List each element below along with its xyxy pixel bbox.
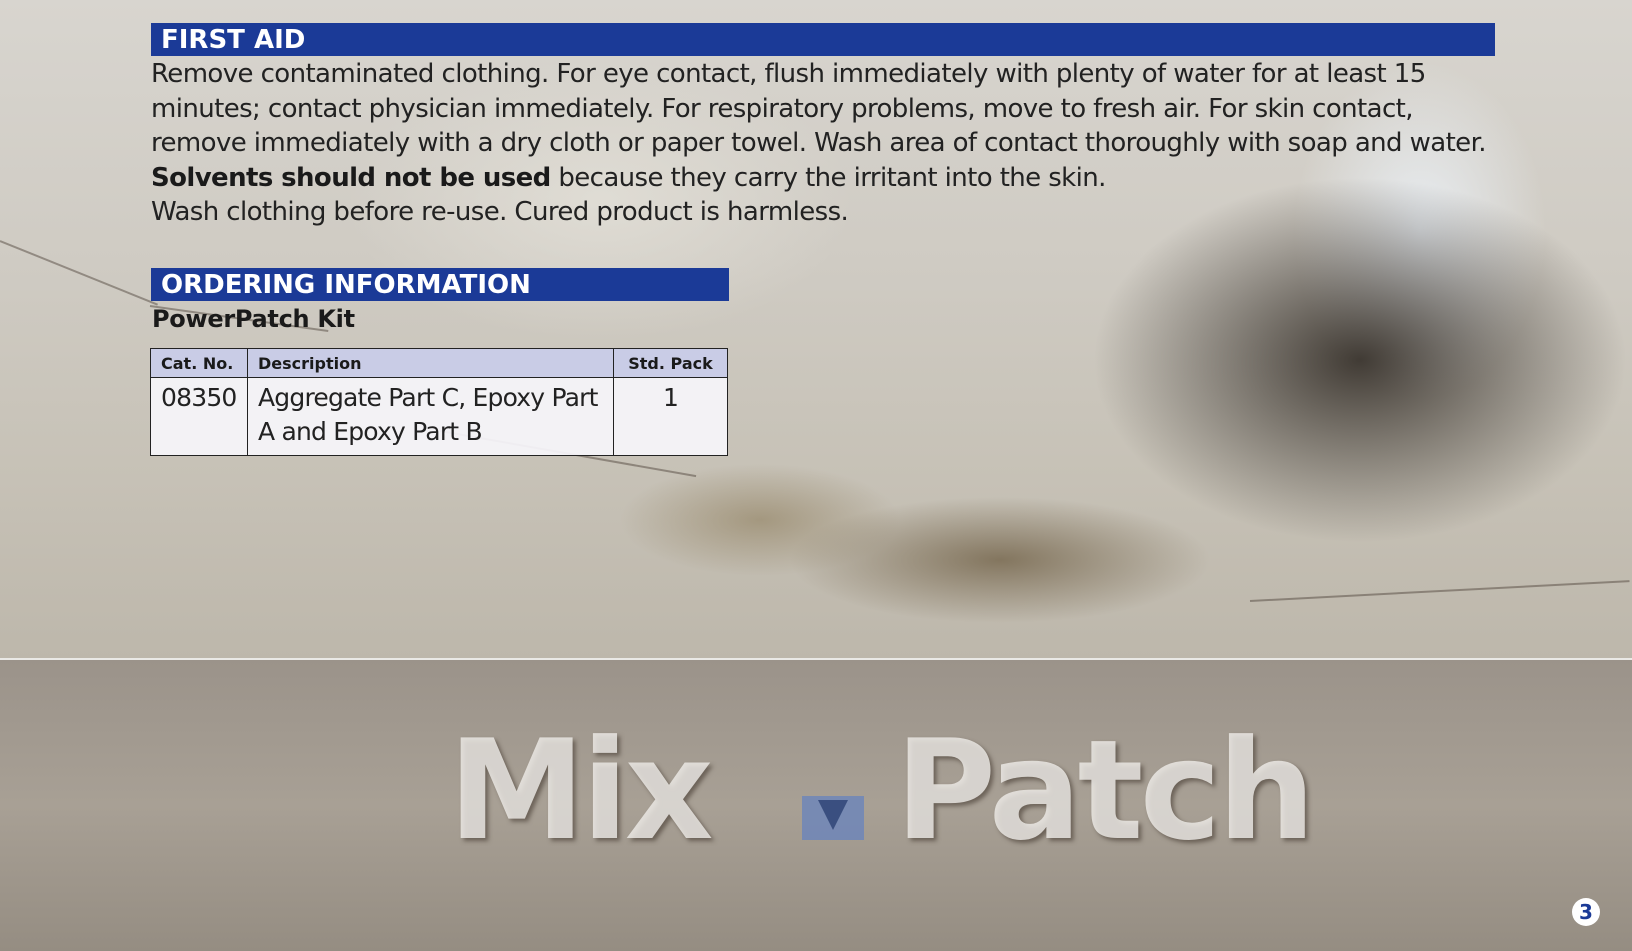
kit-title: PowerPatch Kit xyxy=(152,305,355,333)
photo-word-mix: Mix xyxy=(448,710,714,871)
ordering-heading: ORDERING INFORMATION xyxy=(151,268,729,301)
first-aid-heading: FIRST AID xyxy=(151,23,1495,56)
trowel-icon xyxy=(802,796,864,840)
solvents-warning-rest: because they carry the irritant into the… xyxy=(550,162,1106,193)
table-row: 08350 Aggregate Part C, Epoxy Part A and… xyxy=(150,377,728,456)
header-cat-no: Cat. No. xyxy=(150,348,248,378)
table-header-row: Cat. No. Description Std. Pack xyxy=(150,348,728,378)
first-aid-line: Wash clothing before re-use. Cured produ… xyxy=(151,197,849,228)
first-aid-body: Remove contaminated clothing. For eye co… xyxy=(151,57,1531,230)
cell-std-pack: 1 xyxy=(613,377,728,456)
cell-cat-no: 08350 xyxy=(150,377,248,456)
first-aid-line: remove immediately with a dry cloth or p… xyxy=(151,128,1487,159)
ordering-table: Cat. No. Description Std. Pack 08350 Agg… xyxy=(150,348,728,456)
page-number-badge: 3 xyxy=(1572,898,1600,926)
solvents-warning: Solvents should not be used xyxy=(151,162,551,193)
cell-description: Aggregate Part C, Epoxy Part A and Epoxy… xyxy=(247,377,614,456)
header-std-pack: Std. Pack xyxy=(613,348,728,378)
photo-word-patch: Patch xyxy=(895,710,1316,871)
first-aid-line: Solvents should not be used because they… xyxy=(151,161,1531,196)
first-aid-line: Remove contaminated clothing. For eye co… xyxy=(151,59,1426,89)
first-aid-line: minutes; contact physician immediately. … xyxy=(151,93,1414,124)
header-description: Description xyxy=(247,348,614,378)
